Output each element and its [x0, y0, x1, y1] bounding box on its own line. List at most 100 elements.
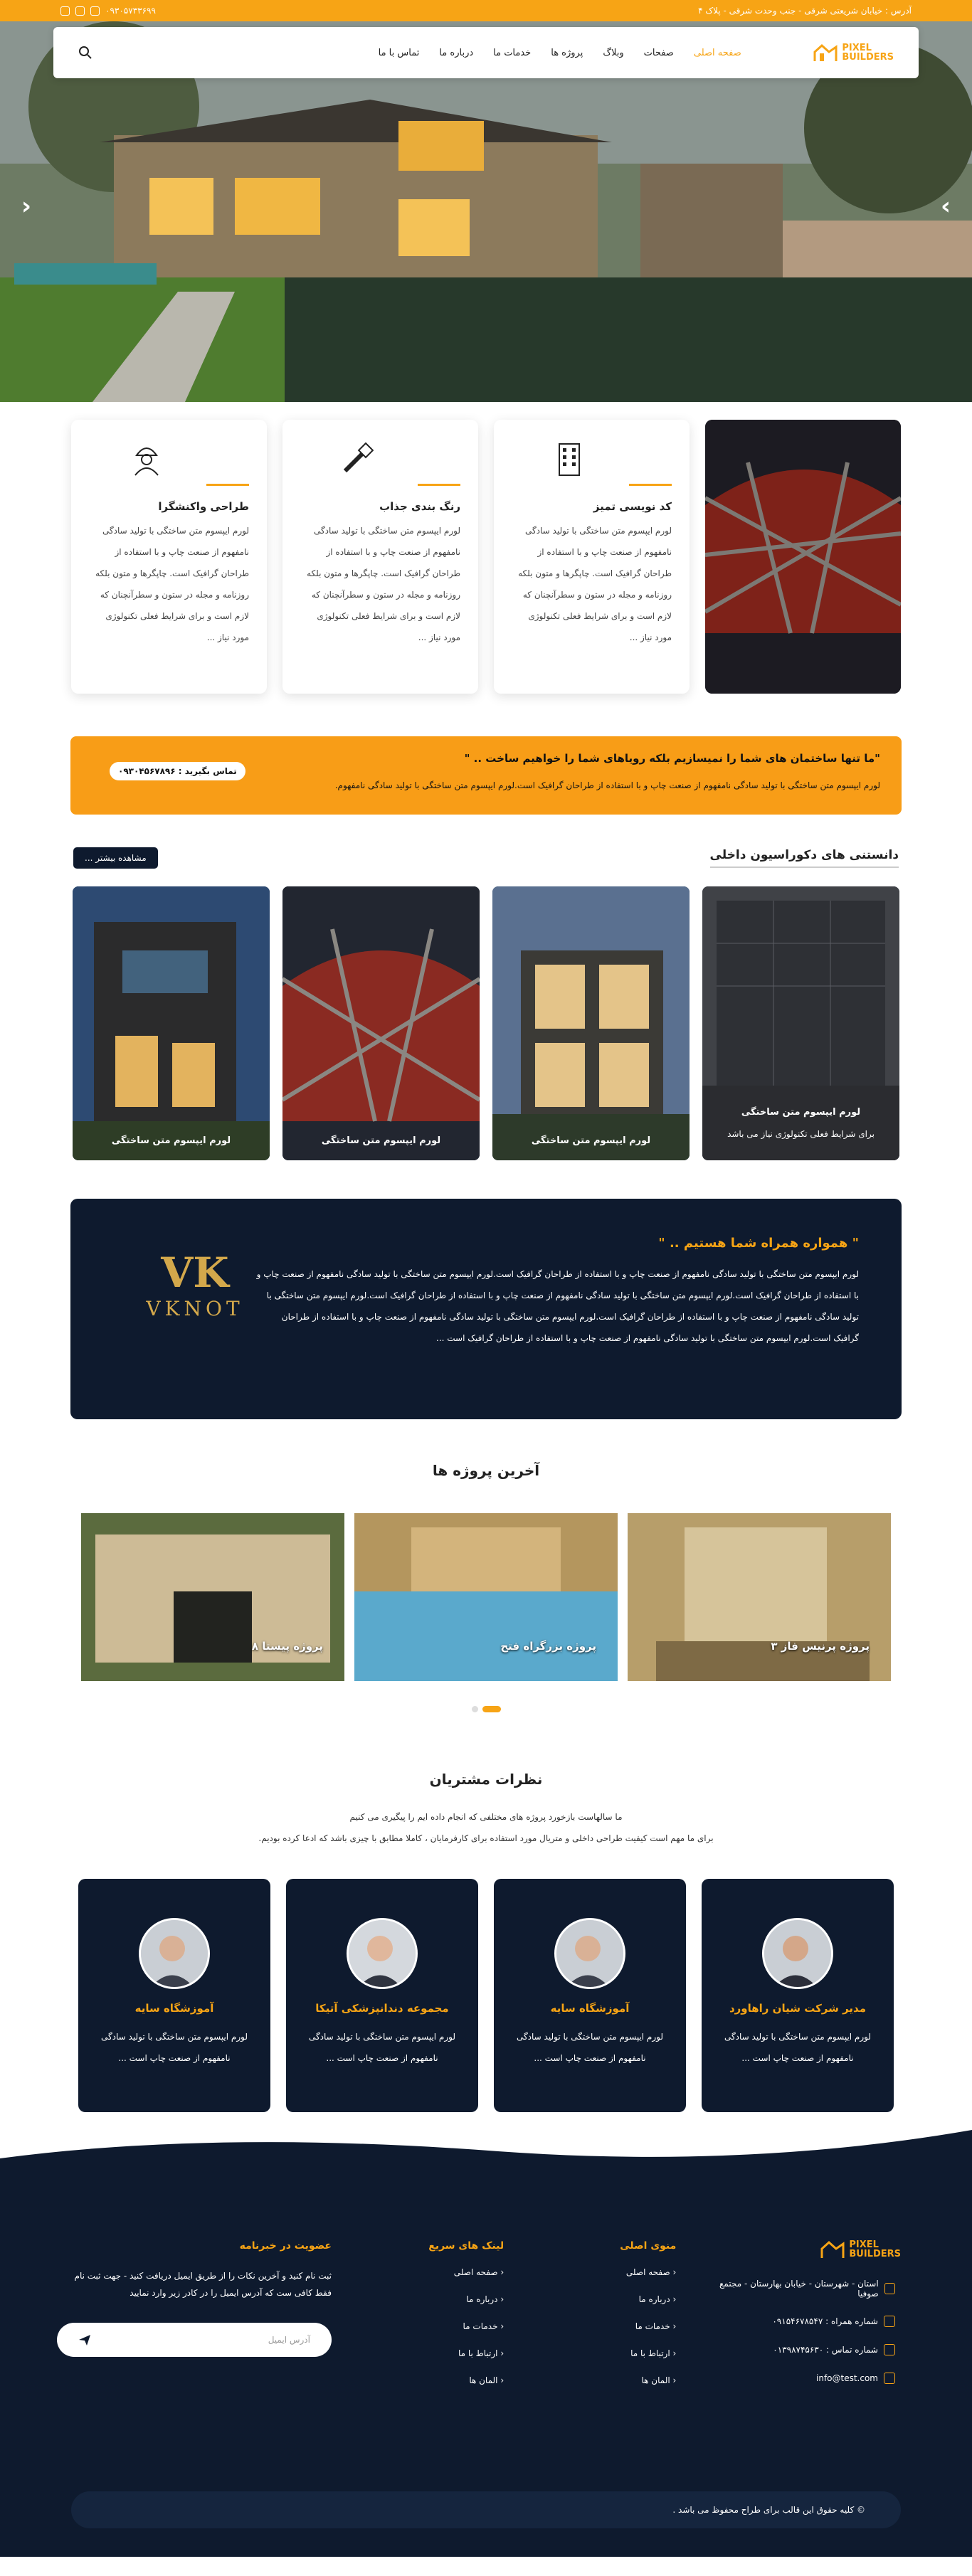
- knowledge-card[interactable]: لورم ایپسوم متن ساختگی: [492, 886, 690, 1160]
- instagram-icon[interactable]: [90, 6, 100, 16]
- card-subcaption: برای شرایط فعلی تکنولوژی نیاز می باشد: [727, 1129, 875, 1139]
- call-button[interactable]: تماس بگیرید : ۰۹۳۰۴۵۶۷۸۹۶: [110, 762, 245, 780]
- send-icon[interactable]: [78, 2333, 91, 2346]
- reviews-subtitle: ما سالهاست بازخورد پروژه های مختلفی که ا…: [0, 1806, 972, 1849]
- feature-title: طراحی واکنشگرا: [158, 500, 249, 513]
- nav-item-home[interactable]: صفحه اصلی: [694, 48, 741, 58]
- footer-logo-line2: BUILDERS: [849, 2249, 901, 2259]
- footer-email[interactable]: info@test.com: [704, 2373, 901, 2384]
- reviews-sub-line1: ما سالهاست بازخورد پروژه های مختلفی که ا…: [349, 1812, 623, 1822]
- vknot-logo: VK VKNOT: [134, 1249, 255, 1362]
- footer-mobile[interactable]: شماره همراه : ۰۹۱۵۴۶۷۸۵۴۷: [704, 2316, 901, 2327]
- footer-link[interactable]: المان ها: [532, 2375, 676, 2385]
- about-banner: " همواره همراه شما هستیم .. " لورم ایپسو…: [70, 1199, 902, 1419]
- main-navbar: PIXEL BUILDERS صفحه اصلی صفحات وبلاگ پرو…: [53, 27, 919, 78]
- review-card: آموزشگاه سایه لورم ایپسوم متن ساختگی با …: [78, 1879, 270, 2112]
- feature-divider: [418, 484, 460, 486]
- nav-item-projects[interactable]: پروژه ها: [551, 48, 583, 58]
- knowledge-cards: لورم ایپسوم متن ساختگی برای شرایط فعلی ت…: [0, 886, 972, 1160]
- carousel-dots: [0, 1706, 972, 1712]
- nav-item-blog[interactable]: وبلاگ: [603, 48, 623, 58]
- footer-link[interactable]: ارتباط با ما: [532, 2348, 676, 2358]
- card-caption: لورم ایپسوم متن ساختگی: [741, 1107, 861, 1118]
- feature-image: [705, 420, 901, 694]
- feature-title: کد نویسی تمیز: [593, 500, 672, 513]
- search-icon[interactable]: [78, 46, 93, 60]
- footer-logo[interactable]: PIXEL BUILDERS: [704, 2240, 901, 2259]
- card-caption: لورم ایپسوم متن ساختگی: [111, 1135, 231, 1146]
- feature-divider: [206, 484, 249, 486]
- location-icon: [884, 2283, 895, 2294]
- cta-banner: "ما تنها ساختمان های شما را نمیسازیم بلک…: [70, 736, 902, 815]
- footer-link[interactable]: درباره ما: [532, 2294, 676, 2304]
- feature-card-responsive: طراحی واکنشگرا لورم ایپسوم متن ساختگی با…: [71, 420, 267, 694]
- avatar: [347, 1918, 418, 1989]
- features-row: کد نویسی تمیز لورم ایپسوم متن ساختگی با …: [0, 420, 972, 694]
- nav-item-pages[interactable]: صفحات: [644, 48, 674, 58]
- avatar: [554, 1918, 625, 1989]
- knowledge-card[interactable]: لورم ایپسوم متن ساختگی: [282, 886, 480, 1160]
- hero-image: [0, 21, 972, 402]
- nav-item-contact[interactable]: تماس با ما: [379, 48, 420, 58]
- review-card: مدیر شرکت شیان راهاورد لورم ایپسوم متن س…: [702, 1879, 894, 2112]
- footer-address: استان - شهرستان - خیابان بهارستان - مجتم…: [704, 2279, 901, 2299]
- email-placeholder[interactable]: آدرس ایمیل: [268, 2335, 310, 2345]
- carousel-dot[interactable]: [471, 1706, 478, 1712]
- reviewer-name: آموزشگاه سایه: [550, 2002, 630, 2015]
- review-text: لورم ایپسوم متن ساختگی با تولید سادگی نا…: [516, 2032, 664, 2063]
- phone-number[interactable]: ۰۹۳۰۵۷۳۳۶۹۹: [105, 6, 156, 16]
- view-more-button[interactable]: مشاهده بیشتر ...: [73, 847, 158, 869]
- feature-card-clean-code: کد نویسی تمیز لورم ایپسوم متن ساختگی با …: [494, 420, 690, 694]
- newsletter-title: عضویت در خبرنامه: [239, 2240, 332, 2252]
- feature-title: رنگ بندی جذاب: [379, 500, 460, 513]
- mobile-icon: [884, 2316, 895, 2327]
- slider-next-arrow[interactable]: ›: [941, 192, 951, 221]
- knowledge-card[interactable]: لورم ایپسوم متن ساختگی: [73, 886, 270, 1160]
- reviewer-name: مجموعه دندانپزشکی آتیکا: [315, 2002, 449, 2015]
- footer-newsletter: عضویت در خبرنامه ثبت نام کنید و آخرین نک…: [57, 2240, 332, 2402]
- footer-link[interactable]: ارتباط با ما: [360, 2348, 504, 2358]
- nav-item-about[interactable]: درباره ما: [439, 48, 473, 58]
- project-card[interactable]: پروژه بزرگراه فتح: [354, 1513, 618, 1681]
- reviews-title: نظرات مشتریان: [429, 1771, 543, 1788]
- main-menu-title: منوی اصلی: [620, 2240, 677, 2252]
- topbar-contacts: ۰۹۳۰۵۷۳۳۶۹۹: [60, 6, 156, 16]
- telegram-icon[interactable]: [75, 6, 85, 16]
- reviews-row: مدیر شرکت شیان راهاورد لورم ایپسوم متن س…: [0, 1879, 972, 2112]
- whatsapp-icon[interactable]: [60, 6, 70, 16]
- review-card: آموزشگاه سایه لورم ایپسوم متن ساختگی با …: [494, 1879, 686, 2112]
- project-card[interactable]: پروژه پرنیس فاز ۳: [628, 1513, 891, 1681]
- project-caption: پروژه بزرگراه فتح: [500, 1640, 596, 1653]
- cta-text: لورم ایپسوم متن ساختگی با تولید سادگی نا…: [334, 780, 880, 790]
- knowledge-card[interactable]: لورم ایپسوم متن ساختگی برای شرایط فعلی ت…: [702, 886, 899, 1160]
- footer-link[interactable]: درباره ما: [360, 2294, 504, 2304]
- review-text: لورم ایپسوم متن ساختگی با تولید سادگی نا…: [308, 2032, 456, 2063]
- newsletter-email-field[interactable]: آدرس ایمیل: [57, 2323, 332, 2357]
- feature-text: لورم ایپسوم متن ساختگی با تولید سادگی نا…: [307, 526, 460, 642]
- footer-main-menu: منوی اصلی صفحه اصلی درباره ما خدمات ما ا…: [532, 2240, 676, 2402]
- building-icon: [559, 443, 580, 476]
- logo-house-icon: [813, 43, 838, 61]
- footer-link[interactable]: خدمات ما: [532, 2321, 676, 2331]
- footer-link[interactable]: صفحه اصلی: [360, 2267, 504, 2277]
- paint-brush-icon: [343, 442, 374, 473]
- footer-link[interactable]: صفحه اصلی: [532, 2267, 676, 2277]
- slider-prev-arrow[interactable]: ‹: [21, 192, 31, 221]
- footer-tel[interactable]: شماره تماس : ۰۱۳۹۸۷۴۵۶۳۰: [704, 2344, 901, 2355]
- address-text: آدرس : خیابان شریعتی شرقی - جنب وحدت شرق…: [698, 6, 912, 16]
- nav-menu: صفحه اصلی صفحات وبلاگ پروژه ها خدمات ما …: [165, 48, 741, 58]
- knowledge-title: دانستنی های دکوراسیون داخلی: [709, 848, 899, 868]
- footer-wave: [0, 2130, 972, 2174]
- reviews-sub-line2: برای ما مهم است کیفیت طراحی داخلی و متری…: [258, 1833, 714, 1843]
- logo-monogram: VK: [161, 1249, 229, 1297]
- carousel-dot-active[interactable]: [482, 1706, 501, 1712]
- logo-line2: BUILDERS: [842, 52, 894, 63]
- footer-link[interactable]: المان ها: [360, 2375, 504, 2385]
- project-card[interactable]: پروژه پیستا ۸: [81, 1513, 344, 1681]
- nav-item-services[interactable]: خدمات ما: [493, 48, 531, 58]
- footer-quick-links: لینک های سریع صفحه اصلی درباره ما خدمات …: [360, 2240, 504, 2402]
- footer-link[interactable]: خدمات ما: [360, 2321, 504, 2331]
- avatar: [762, 1918, 833, 1989]
- site-logo[interactable]: PIXEL BUILDERS: [813, 43, 894, 62]
- feature-card-colors: رنگ بندی جذاب لورم ایپسوم متن ساختگی با …: [282, 420, 478, 694]
